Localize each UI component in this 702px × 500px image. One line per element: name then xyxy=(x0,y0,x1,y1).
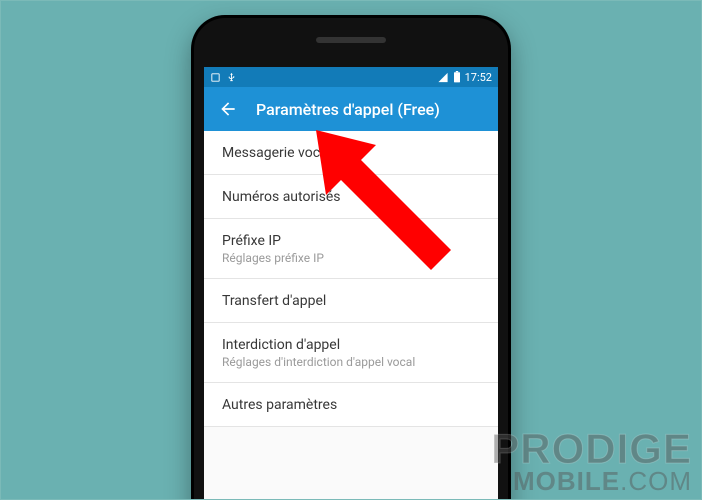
row-subtitle: Réglages préfixe IP xyxy=(222,251,480,265)
row-authorized-numbers[interactable]: Numéros autorisés xyxy=(204,175,498,219)
watermark-line2: MOBILE.COM xyxy=(491,469,692,494)
row-call-barring[interactable]: Interdiction d'appel Réglages d'interdic… xyxy=(204,323,498,383)
signal-icon xyxy=(437,72,449,83)
settings-list: Messagerie vocale Numéros autorisés Préf… xyxy=(204,131,498,427)
back-arrow-icon[interactable] xyxy=(218,99,238,119)
row-title: Numéros autorisés xyxy=(222,189,480,205)
phone-frame: 17:52 Paramètres d'appel (Free) Messager… xyxy=(191,15,511,500)
row-ip-prefix[interactable]: Préfixe IP Réglages préfixe IP xyxy=(204,219,498,279)
row-call-transfer[interactable]: Transfert d'appel xyxy=(204,279,498,323)
row-subtitle: Réglages d'interdiction d'appel vocal xyxy=(222,355,480,369)
usb-icon xyxy=(226,72,237,83)
row-title: Préfixe IP xyxy=(222,233,480,249)
row-title: Messagerie vocale xyxy=(222,145,480,161)
row-other-settings[interactable]: Autres paramètres xyxy=(204,383,498,427)
status-time: 17:52 xyxy=(465,71,492,84)
row-voicemail[interactable]: Messagerie vocale xyxy=(204,131,498,175)
phone-speaker xyxy=(316,37,386,43)
watermark-line1: PRODIGE xyxy=(491,429,692,469)
row-title: Interdiction d'appel xyxy=(222,337,480,353)
stage: 17:52 Paramètres d'appel (Free) Messager… xyxy=(0,0,702,500)
watermark: PRODIGE MOBILE.COM xyxy=(491,429,692,494)
row-title: Transfert d'appel xyxy=(222,293,480,309)
battery-icon xyxy=(453,71,461,83)
status-bar: 17:52 xyxy=(204,67,498,87)
app-bar: Paramètres d'appel (Free) xyxy=(204,87,498,131)
app-notification-icon xyxy=(210,72,221,83)
row-title: Autres paramètres xyxy=(222,397,480,413)
phone-screen: 17:52 Paramètres d'appel (Free) Messager… xyxy=(204,67,498,500)
appbar-title: Paramètres d'appel (Free) xyxy=(256,100,440,119)
